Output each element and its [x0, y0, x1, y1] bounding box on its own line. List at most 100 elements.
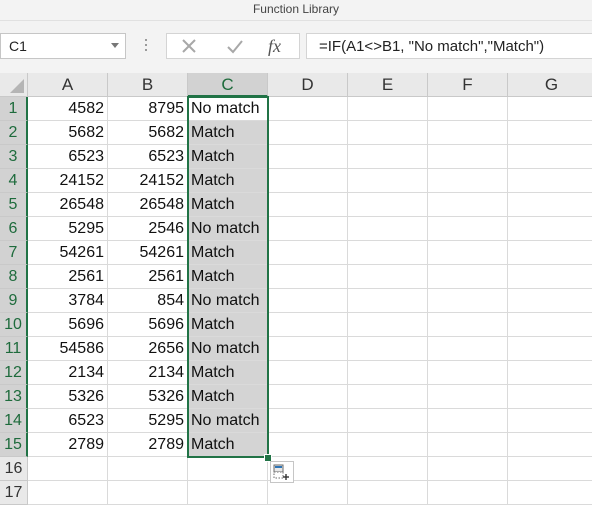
- cell-b16[interactable]: [108, 457, 188, 481]
- cell-c11[interactable]: No match: [188, 337, 268, 361]
- cell-c10[interactable]: Match: [188, 313, 268, 337]
- cell-d3[interactable]: [268, 145, 348, 169]
- cell-a10[interactable]: 5696: [28, 313, 108, 337]
- cell-g15[interactable]: [508, 433, 592, 457]
- cell-c16[interactable]: [188, 457, 268, 481]
- column-header-b[interactable]: B: [108, 73, 188, 97]
- cell-c5[interactable]: Match: [188, 193, 268, 217]
- cancel-entry-button[interactable]: [175, 36, 203, 56]
- ribbon-group-label[interactable]: Function Library: [0, 2, 592, 16]
- cell-g8[interactable]: [508, 265, 592, 289]
- formula-bar-grip-icon[interactable]: [144, 37, 148, 55]
- row-header[interactable]: 7: [0, 241, 28, 265]
- select-all-button[interactable]: [0, 73, 28, 97]
- cell-c13[interactable]: Match: [188, 385, 268, 409]
- row-header[interactable]: 13: [0, 385, 28, 409]
- insert-function-button[interactable]: fx: [265, 36, 293, 56]
- cell-c1[interactable]: No match: [188, 97, 268, 121]
- cell-d10[interactable]: [268, 313, 348, 337]
- row-header[interactable]: 5: [0, 193, 28, 217]
- cell-a15[interactable]: 2789: [28, 433, 108, 457]
- cell-f14[interactable]: [428, 409, 508, 433]
- cell-c6[interactable]: No match: [188, 217, 268, 241]
- cell-a17[interactable]: [28, 481, 108, 505]
- enter-button[interactable]: [221, 36, 249, 56]
- column-header-c[interactable]: C: [188, 73, 268, 97]
- cell-d7[interactable]: [268, 241, 348, 265]
- cell-a8[interactable]: 2561: [28, 265, 108, 289]
- cell-c15[interactable]: Match: [188, 433, 268, 457]
- cell-e10[interactable]: [348, 313, 428, 337]
- cell-c8[interactable]: Match: [188, 265, 268, 289]
- cell-g16[interactable]: [508, 457, 592, 481]
- row-header[interactable]: 1: [0, 97, 28, 121]
- cell-f17[interactable]: [428, 481, 508, 505]
- cell-b6[interactable]: 2546: [108, 217, 188, 241]
- cell-f5[interactable]: [428, 193, 508, 217]
- row-header[interactable]: 16: [0, 457, 28, 481]
- cell-g6[interactable]: [508, 217, 592, 241]
- quick-analysis-button[interactable]: [270, 461, 294, 483]
- cell-f11[interactable]: [428, 337, 508, 361]
- cell-g4[interactable]: [508, 169, 592, 193]
- cell-g10[interactable]: [508, 313, 592, 337]
- row-header[interactable]: 17: [0, 481, 28, 505]
- cell-g3[interactable]: [508, 145, 592, 169]
- cell-g5[interactable]: [508, 193, 592, 217]
- cell-f7[interactable]: [428, 241, 508, 265]
- cell-a11[interactable]: 54586: [28, 337, 108, 361]
- cell-d9[interactable]: [268, 289, 348, 313]
- cell-e4[interactable]: [348, 169, 428, 193]
- row-header[interactable]: 11: [0, 337, 28, 361]
- row-header[interactable]: 10: [0, 313, 28, 337]
- cell-e5[interactable]: [348, 193, 428, 217]
- column-header-e[interactable]: E: [348, 73, 428, 97]
- cell-b14[interactable]: 5295: [108, 409, 188, 433]
- cell-f12[interactable]: [428, 361, 508, 385]
- cell-c3[interactable]: Match: [188, 145, 268, 169]
- row-header[interactable]: 12: [0, 361, 28, 385]
- cell-d6[interactable]: [268, 217, 348, 241]
- row-header[interactable]: 14: [0, 409, 28, 433]
- cell-c2[interactable]: Match: [188, 121, 268, 145]
- cell-a2[interactable]: 5682: [28, 121, 108, 145]
- cell-d12[interactable]: [268, 361, 348, 385]
- cell-d15[interactable]: [268, 433, 348, 457]
- cell-a1[interactable]: 4582: [28, 97, 108, 121]
- cell-c7[interactable]: Match: [188, 241, 268, 265]
- column-header-g[interactable]: G: [508, 73, 592, 97]
- cell-e11[interactable]: [348, 337, 428, 361]
- cell-f4[interactable]: [428, 169, 508, 193]
- cell-f13[interactable]: [428, 385, 508, 409]
- cell-b12[interactable]: 2134: [108, 361, 188, 385]
- cell-f15[interactable]: [428, 433, 508, 457]
- cell-b3[interactable]: 6523: [108, 145, 188, 169]
- cell-e15[interactable]: [348, 433, 428, 457]
- column-header-a[interactable]: A: [28, 73, 108, 97]
- cell-g1[interactable]: [508, 97, 592, 121]
- cell-e1[interactable]: [348, 97, 428, 121]
- cell-b2[interactable]: 5682: [108, 121, 188, 145]
- cell-b15[interactable]: 2789: [108, 433, 188, 457]
- name-box[interactable]: C1: [0, 33, 126, 59]
- cell-e6[interactable]: [348, 217, 428, 241]
- cell-e13[interactable]: [348, 385, 428, 409]
- cell-e8[interactable]: [348, 265, 428, 289]
- cell-e2[interactable]: [348, 121, 428, 145]
- cell-d2[interactable]: [268, 121, 348, 145]
- cell-a6[interactable]: 5295: [28, 217, 108, 241]
- cell-e14[interactable]: [348, 409, 428, 433]
- cell-c4[interactable]: Match: [188, 169, 268, 193]
- cell-c14[interactable]: No match: [188, 409, 268, 433]
- cell-b11[interactable]: 2656: [108, 337, 188, 361]
- cell-e3[interactable]: [348, 145, 428, 169]
- cell-a13[interactable]: 5326: [28, 385, 108, 409]
- chevron-down-icon[interactable]: [111, 43, 119, 48]
- cell-b9[interactable]: 854: [108, 289, 188, 313]
- row-header[interactable]: 3: [0, 145, 28, 169]
- cell-g11[interactable]: [508, 337, 592, 361]
- cell-d8[interactable]: [268, 265, 348, 289]
- cell-g12[interactable]: [508, 361, 592, 385]
- cell-f2[interactable]: [428, 121, 508, 145]
- row-header[interactable]: 4: [0, 169, 28, 193]
